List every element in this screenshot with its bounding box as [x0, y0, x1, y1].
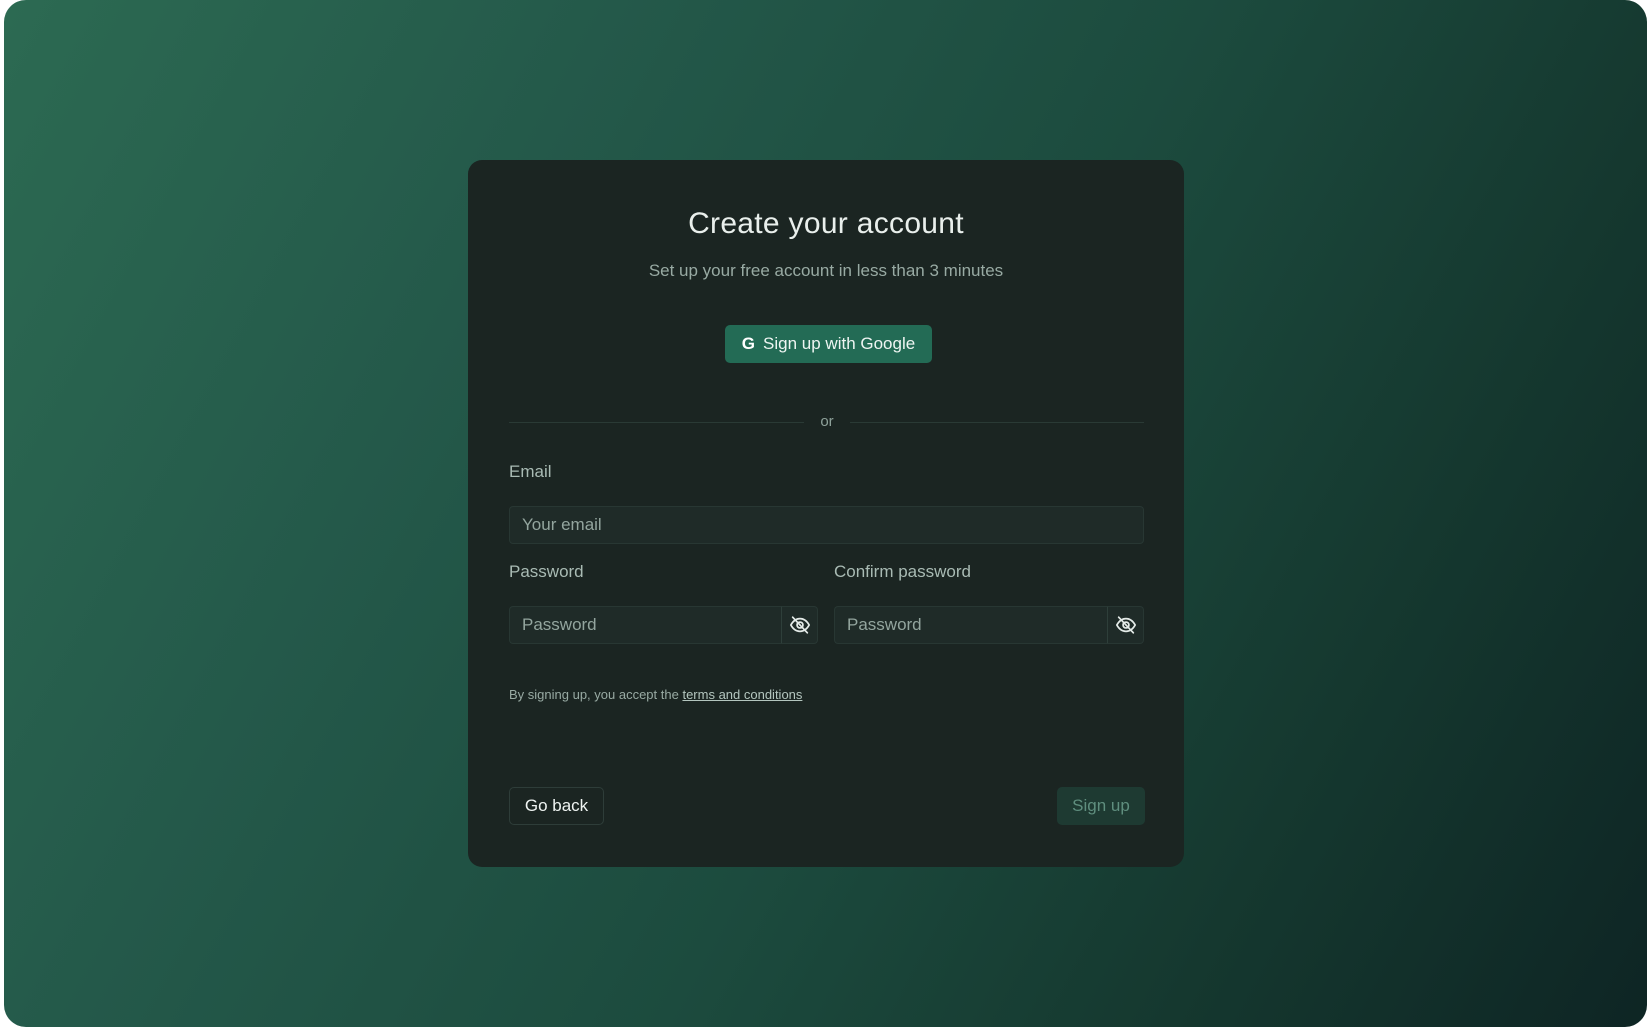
divider-line-right [850, 422, 1144, 423]
email-input[interactable] [509, 506, 1144, 544]
google-signup-button[interactable]: G Sign up with Google [725, 325, 932, 363]
divider-or: or [820, 413, 834, 430]
signup-card: Create your account Set up your free acc… [468, 160, 1184, 867]
page-title: Create your account [688, 207, 964, 240]
password-label: Password [509, 562, 584, 581]
google-g-icon: G [741, 334, 756, 353]
confirm-password-label: Confirm password [834, 562, 971, 581]
password-visibility-toggle[interactable] [781, 606, 818, 644]
password-input[interactable] [509, 606, 781, 644]
app-background: Create your account Set up your free acc… [4, 0, 1647, 1027]
terms-link[interactable]: terms and conditions [682, 687, 802, 702]
sign-up-button[interactable]: Sign up [1057, 787, 1145, 825]
eye-off-icon [789, 616, 810, 634]
google-signup-label: Sign up with Google [763, 334, 916, 353]
terms-prefix: By signing up, you accept the [509, 687, 683, 702]
confirm-password-input[interactable] [834, 606, 1107, 644]
eye-off-icon [1115, 616, 1136, 634]
email-label: Email [509, 462, 552, 481]
confirm-password-visibility-toggle[interactable] [1107, 606, 1144, 644]
go-back-button[interactable]: Go back [509, 787, 604, 825]
page-subtitle: Set up your free account in less than 3 … [648, 261, 1004, 280]
terms-notice: By signing up, you accept the terms and … [509, 686, 802, 704]
divider-line-left [509, 422, 804, 423]
